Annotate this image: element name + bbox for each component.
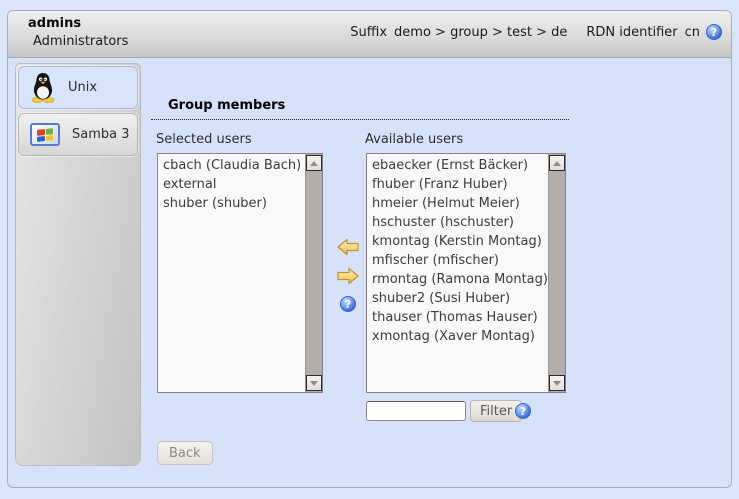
move-left-arrow-button[interactable] xyxy=(337,238,359,256)
scroll-down-button[interactable] xyxy=(306,375,322,391)
list-item[interactable]: shuber (shuber) xyxy=(158,194,305,213)
account-editor-window: admins Administrators Suffix demo > grou… xyxy=(7,10,732,488)
list-item[interactable]: rmontag (Ramona Montag) xyxy=(367,270,548,289)
available-users-label: Available users xyxy=(365,132,463,147)
selected-users-list[interactable]: cbach (Claudia Bach)externalshuber (shub… xyxy=(157,153,323,393)
rdn-identifier-value: cn xyxy=(685,25,700,40)
triangle-down-icon xyxy=(553,381,561,386)
triangle-down-icon xyxy=(310,381,318,386)
list-item[interactable]: hschuster (hschuster) xyxy=(367,213,548,232)
rdn-help-icon[interactable]: ? xyxy=(706,24,722,40)
scroll-up-button[interactable] xyxy=(549,155,565,171)
page: { "window": { "account_name": "admins", … xyxy=(0,0,739,499)
windows-flag xyxy=(37,128,53,142)
tab-unix[interactable]: Unix xyxy=(18,66,138,109)
list-item[interactable]: kmontag (Kerstin Montag) xyxy=(367,232,548,251)
titlebar: admins Administrators Suffix demo > grou… xyxy=(8,11,731,58)
list-item[interactable]: fhuber (Franz Huber) xyxy=(367,175,548,194)
filter-input[interactable] xyxy=(366,401,466,421)
rdn-identifier-label: RDN identifier xyxy=(586,25,677,40)
scroll-up-button[interactable] xyxy=(306,155,322,171)
selected-users-label: Selected users xyxy=(156,132,252,147)
available-users-items: ebaecker (Ernst Bäcker)fhuber (Franz Hub… xyxy=(367,156,548,392)
list-item[interactable]: thauser (Thomas Hauser) xyxy=(367,308,548,327)
windows-logo-icon xyxy=(30,123,60,146)
filter-help-icon[interactable]: ? xyxy=(515,403,531,419)
tux-penguin-icon xyxy=(30,72,56,103)
list-item[interactable]: cbach (Claudia Bach) xyxy=(158,156,305,175)
move-right-arrow-button[interactable] xyxy=(337,267,359,285)
available-users-scrollbar[interactable] xyxy=(548,154,565,392)
module-sidebar: Unix Samba 3 xyxy=(15,63,141,466)
tab-samba3-label: Samba 3 xyxy=(72,127,130,142)
available-users-list[interactable]: ebaecker (Ernst Bäcker)fhuber (Franz Hub… xyxy=(366,153,566,393)
list-item[interactable]: hmeier (Helmut Meier) xyxy=(367,194,548,213)
selected-users-scrollbar[interactable] xyxy=(305,154,322,392)
triangle-up-icon xyxy=(553,161,561,166)
list-item[interactable]: ebaecker (Ernst Bäcker) xyxy=(367,156,548,175)
scroll-down-button[interactable] xyxy=(549,375,565,391)
section-title: Group members xyxy=(151,98,569,120)
account-description: Administrators xyxy=(33,34,128,49)
move-users-controls: ? xyxy=(336,238,360,312)
members-help-icon[interactable]: ? xyxy=(340,296,356,312)
tab-samba3[interactable]: Samba 3 xyxy=(18,113,138,156)
tab-unix-label: Unix xyxy=(68,80,97,95)
list-item[interactable]: external xyxy=(158,175,305,194)
suffix-value: demo > group > test > de xyxy=(394,25,567,40)
list-item[interactable]: xmontag (Xaver Montag) xyxy=(367,327,548,346)
back-button[interactable]: Back xyxy=(157,441,213,465)
header-right: Suffix demo > group > test > de RDN iden… xyxy=(350,24,722,40)
triangle-up-icon xyxy=(310,161,318,166)
suffix-label: Suffix xyxy=(350,25,387,40)
list-item[interactable]: mfischer (mfischer) xyxy=(367,251,548,270)
account-name: admins xyxy=(28,16,81,31)
selected-users-items: cbach (Claudia Bach)externalshuber (shub… xyxy=(158,156,305,392)
list-item[interactable]: shuber2 (Susi Huber) xyxy=(367,289,548,308)
